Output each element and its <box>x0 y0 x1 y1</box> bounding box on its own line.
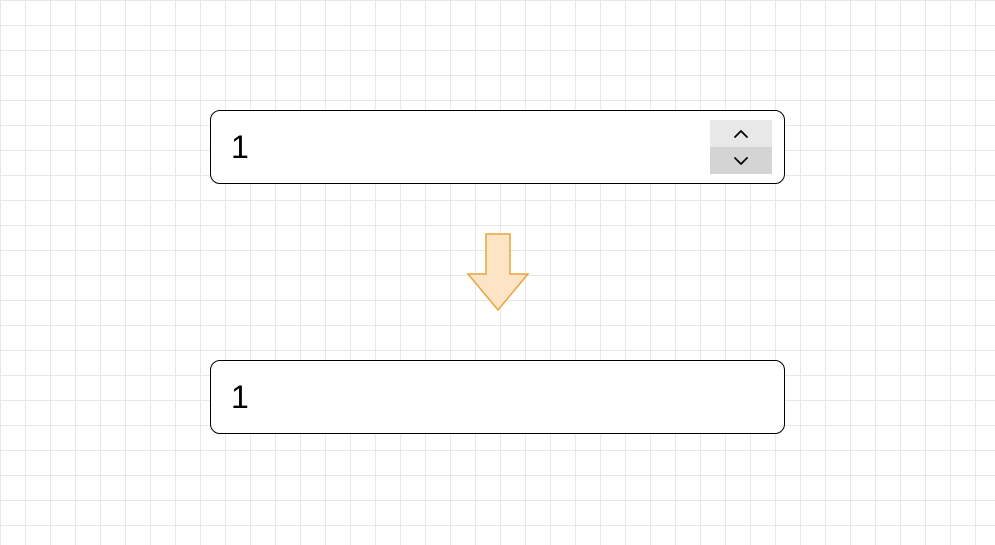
number-input-with-stepper[interactable]: 1 <box>210 110 785 184</box>
chevron-up-icon <box>733 129 749 139</box>
input-value-bottom: 1 <box>231 379 764 416</box>
input-value-top: 1 <box>231 129 710 166</box>
chevron-down-icon <box>733 156 749 166</box>
stepper-down-button[interactable] <box>710 147 772 174</box>
number-input-plain[interactable]: 1 <box>210 360 785 434</box>
stepper-up-button[interactable] <box>710 120 772 147</box>
stepper-control <box>710 120 772 174</box>
down-arrow-icon <box>466 232 530 312</box>
